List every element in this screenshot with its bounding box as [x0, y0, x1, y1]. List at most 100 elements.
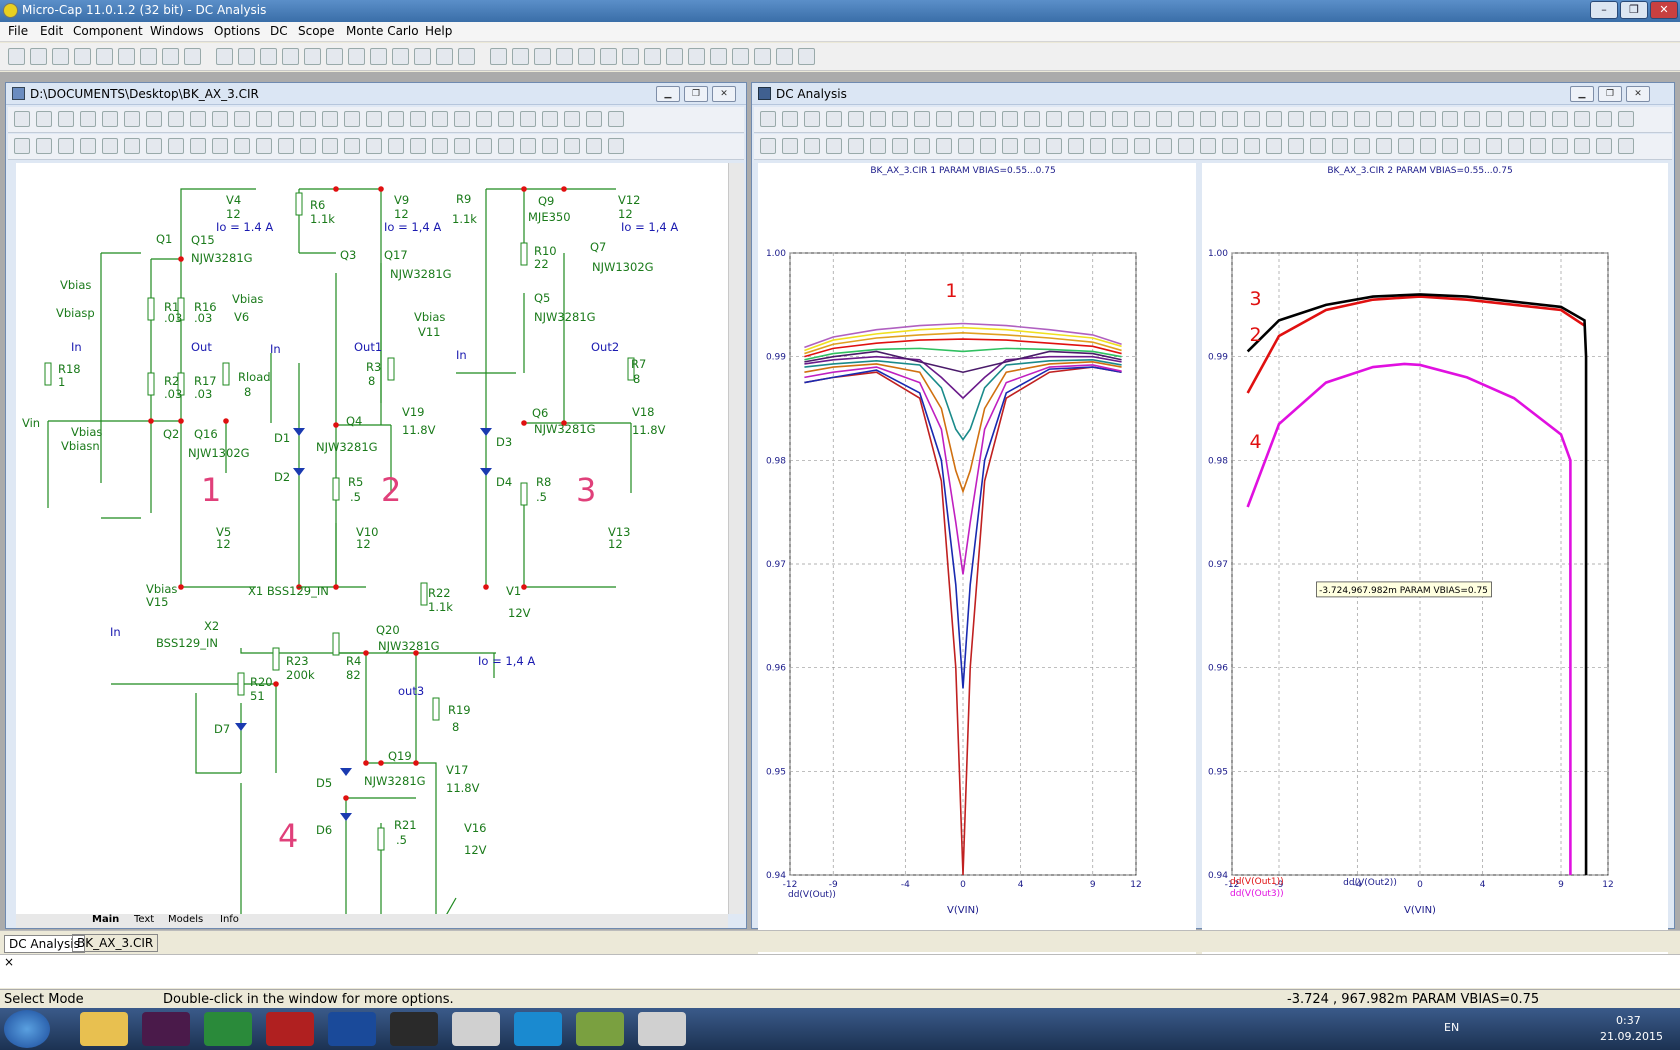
- toolbar-button-24[interactable]: [556, 48, 573, 65]
- analysis-toolbar-1-button-24[interactable]: [1288, 111, 1304, 127]
- toolbar-button-10[interactable]: [238, 48, 255, 65]
- analysis-toolbar-1-button-30[interactable]: [1420, 111, 1436, 127]
- analysis-toolbar-2-button-2[interactable]: [804, 138, 820, 154]
- toolbar-button-2[interactable]: [52, 48, 69, 65]
- schematic-toolbar-1-button-8[interactable]: [190, 111, 206, 127]
- schematic-toolbar-1-button-0[interactable]: [14, 111, 30, 127]
- menu-scope[interactable]: Scope: [298, 24, 335, 38]
- analysis-toolbar-1-button-21[interactable]: [1222, 111, 1238, 127]
- analysis-toolbar-1-button-27[interactable]: [1354, 111, 1370, 127]
- schematic-toolbar-2-button-10[interactable]: [234, 138, 250, 154]
- schematic-toolbar-2-button-14[interactable]: [322, 138, 338, 154]
- analysis-toolbar-1-button-14[interactable]: [1068, 111, 1084, 127]
- toolbar-button-31[interactable]: [710, 48, 727, 65]
- schematic-toolbar-2-button-18[interactable]: [410, 138, 426, 154]
- schematic-tab-models[interactable]: Models: [168, 914, 203, 925]
- schematic-toolbar-2-button-25[interactable]: [564, 138, 580, 154]
- analysis-toolbar-1-button-15[interactable]: [1090, 111, 1106, 127]
- toolbar-button-1[interactable]: [30, 48, 47, 65]
- schematic-toolbar-1-button-17[interactable]: [388, 111, 404, 127]
- toolbar-button-12[interactable]: [282, 48, 299, 65]
- analysis-toolbar-2-button-19[interactable]: [1178, 138, 1194, 154]
- analysis-toolbar-1-button-32[interactable]: [1464, 111, 1480, 127]
- analysis-minimize-button[interactable]: ▁: [1570, 86, 1594, 102]
- taskbar-network-icon[interactable]: [204, 1012, 252, 1046]
- toolbar-button-20[interactable]: [458, 48, 475, 65]
- analysis-toolbar-1-button-22[interactable]: [1244, 111, 1260, 127]
- schematic-close-button[interactable]: ✕: [712, 86, 736, 102]
- taskbar-clock-date[interactable]: 21.09.2015: [1600, 1030, 1663, 1043]
- analysis-toolbar-1-button-5[interactable]: [870, 111, 886, 127]
- menu-edit[interactable]: Edit: [40, 24, 63, 38]
- analysis-toolbar-2-button-11[interactable]: [1002, 138, 1018, 154]
- menu-help[interactable]: Help: [425, 24, 452, 38]
- toolbar-button-15[interactable]: [348, 48, 365, 65]
- analysis-toolbar-2-button-1[interactable]: [782, 138, 798, 154]
- taskbar-chrome-icon[interactable]: [452, 1012, 500, 1046]
- analysis-toolbar-1-button-3[interactable]: [826, 111, 842, 127]
- schematic-toolbar-1-button-15[interactable]: [344, 111, 360, 127]
- menu-component[interactable]: Component: [73, 24, 143, 38]
- analysis-toolbar-1-button-6[interactable]: [892, 111, 908, 127]
- minimize-button[interactable]: –: [1590, 1, 1618, 19]
- schematic-toolbar-1-button-7[interactable]: [168, 111, 184, 127]
- analysis-window[interactable]: DC Analysis ▁ ❐ ✕ BK_AX_3.CIR 1 PARAM VB…: [751, 82, 1675, 978]
- toolbar-button-25[interactable]: [578, 48, 595, 65]
- taskbar-skype-icon[interactable]: [514, 1012, 562, 1046]
- schematic-toolbar-2-button-16[interactable]: [366, 138, 382, 154]
- schematic-toolbar-2-button-19[interactable]: [432, 138, 448, 154]
- schematic-toolbar-2-button-5[interactable]: [124, 138, 140, 154]
- analysis-toolbar-1-button-10[interactable]: [980, 111, 996, 127]
- toolbar-button-27[interactable]: [622, 48, 639, 65]
- analysis-toolbar-1-button-17[interactable]: [1134, 111, 1150, 127]
- schematic-toolbar-1-button-27[interactable]: [608, 111, 624, 127]
- schematic-toolbar-1-button-5[interactable]: [124, 111, 140, 127]
- analysis-toolbar-2-button-3[interactable]: [826, 138, 842, 154]
- toolbar-button-26[interactable]: [600, 48, 617, 65]
- schematic-toolbar-1-button-14[interactable]: [322, 111, 338, 127]
- analysis-toolbar-2-button-39[interactable]: [1618, 138, 1634, 154]
- schematic-toolbar-1-button-13[interactable]: [300, 111, 316, 127]
- schematic-toolbar-2-button-21[interactable]: [476, 138, 492, 154]
- toolbar-button-8[interactable]: [184, 48, 201, 65]
- schematic-toolbar-1-button-22[interactable]: [498, 111, 514, 127]
- analysis-toolbar-1-button-12[interactable]: [1024, 111, 1040, 127]
- analysis-toolbar-2-button-14[interactable]: [1068, 138, 1084, 154]
- toolbar-button-30[interactable]: [688, 48, 705, 65]
- schematic-toolbar-1-button-24[interactable]: [542, 111, 558, 127]
- schematic-toolbar-2-button-0[interactable]: [14, 138, 30, 154]
- analysis-close-button[interactable]: ✕: [1626, 86, 1650, 102]
- toolbar-button-19[interactable]: [436, 48, 453, 65]
- analysis-toolbar-1-button-33[interactable]: [1486, 111, 1502, 127]
- schematic-toolbar-1-button-26[interactable]: [586, 111, 602, 127]
- analysis-toolbar-1-button-19[interactable]: [1178, 111, 1194, 127]
- toolbar-button-0[interactable]: [8, 48, 25, 65]
- analysis-toolbar-2-button-15[interactable]: [1090, 138, 1106, 154]
- schematic-toolbar-2-button-24[interactable]: [542, 138, 558, 154]
- menu-file[interactable]: File: [8, 24, 28, 38]
- schematic-toolbar-1-button-21[interactable]: [476, 111, 492, 127]
- schematic-toolbar-2-button-11[interactable]: [256, 138, 272, 154]
- toolbar-button-7[interactable]: [162, 48, 179, 65]
- schematic-toolbar-1-button-12[interactable]: [278, 111, 294, 127]
- taskbar-chrome2-icon[interactable]: [638, 1012, 686, 1046]
- analysis-toolbar-1-button-20[interactable]: [1200, 111, 1216, 127]
- analysis-toolbar-2-button-30[interactable]: [1420, 138, 1436, 154]
- analysis-toolbar-1-button-1[interactable]: [782, 111, 798, 127]
- menu-dc[interactable]: DC: [270, 24, 288, 38]
- analysis-toolbar-2-button-5[interactable]: [870, 138, 886, 154]
- schematic-vertical-scrollbar[interactable]: [728, 163, 744, 914]
- analysis-toolbar-1-button-8[interactable]: [936, 111, 952, 127]
- analysis-toolbar-2-button-25[interactable]: [1310, 138, 1326, 154]
- toolbar-button-5[interactable]: [118, 48, 135, 65]
- analysis-toolbar-1-button-13[interactable]: [1046, 111, 1062, 127]
- toolbar-button-21[interactable]: [490, 48, 507, 65]
- toolbar-button-4[interactable]: [96, 48, 113, 65]
- toolbar-button-34[interactable]: [776, 48, 793, 65]
- schematic-toolbar-2-button-13[interactable]: [300, 138, 316, 154]
- analysis-toolbar-2-button-24[interactable]: [1288, 138, 1304, 154]
- analysis-toolbar-2-button-8[interactable]: [936, 138, 952, 154]
- analysis-toolbar-1-button-16[interactable]: [1112, 111, 1128, 127]
- analysis-toolbar-2-button-10[interactable]: [980, 138, 996, 154]
- toolbar-button-33[interactable]: [754, 48, 771, 65]
